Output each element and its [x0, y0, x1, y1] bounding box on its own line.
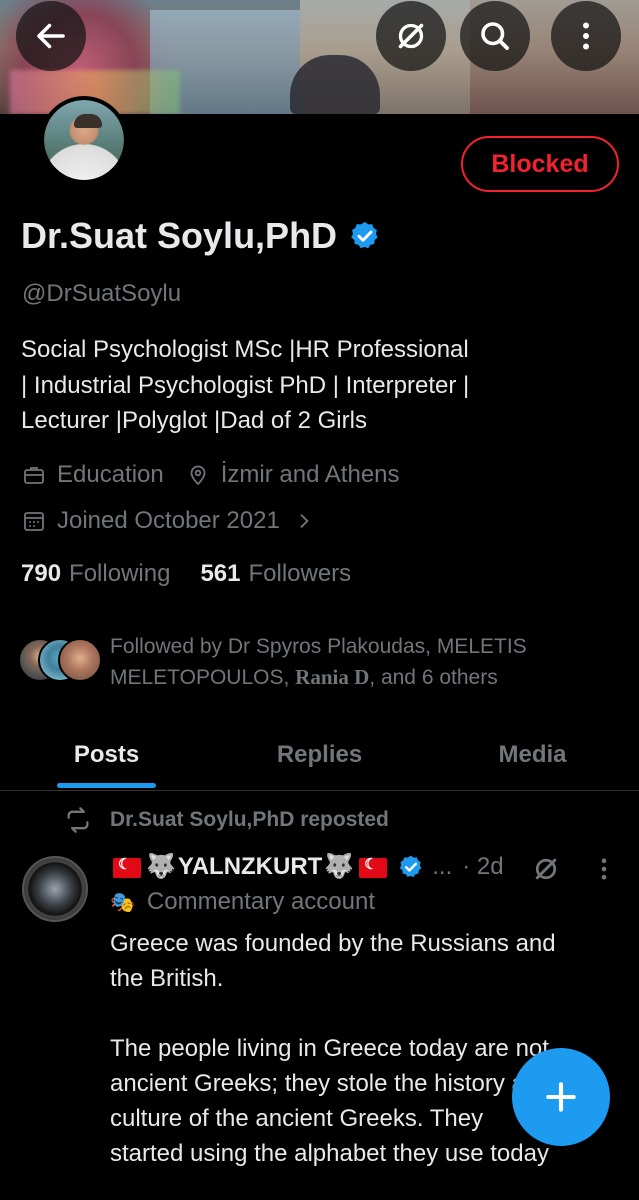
following-label[interactable]: Following: [69, 560, 170, 588]
more-button[interactable]: [551, 1, 621, 71]
followers-label[interactable]: Followers: [248, 560, 351, 588]
bio-line: | Industrial Psychologist PhD | Interpre…: [21, 371, 470, 399]
post-author-name[interactable]: 🐺YALNZKURT🐺: [110, 852, 390, 881]
grok-icon: [398, 23, 424, 49]
post-author-avatar[interactable]: [22, 856, 88, 922]
profile-bio: Social Psychologist MSc |HR Professional…: [21, 332, 621, 439]
repost-icon: [67, 807, 89, 833]
joined-row[interactable]: Joined October 2021: [22, 507, 314, 535]
more-vertical-icon: [583, 22, 589, 50]
blocked-button[interactable]: Blocked: [461, 136, 619, 192]
calendar-icon: [24, 512, 44, 531]
grok-button[interactable]: [376, 1, 446, 71]
post-more-icon[interactable]: [590, 855, 618, 883]
profile-location: İzmir and Athens: [220, 461, 400, 488]
profile-name: Dr.Suat Soylu,PhD: [21, 215, 338, 256]
post-text-line: the British.: [110, 965, 224, 992]
verified-badge-icon: [400, 855, 422, 877]
compose-button[interactable]: [512, 1048, 610, 1146]
styled-name: Rania D: [295, 665, 370, 689]
grok-icon[interactable]: [531, 854, 561, 884]
back-button[interactable]: [16, 1, 86, 71]
briefcase-icon: [24, 467, 44, 484]
profile-joined: Joined October 2021: [57, 507, 280, 534]
profile-handle: @DrSuatSoylu: [22, 280, 182, 307]
followed-by-avatars[interactable]: [18, 638, 102, 682]
search-button[interactable]: [460, 1, 530, 71]
plus-icon: [546, 1082, 576, 1112]
theater-mask-icon: 🎭: [110, 891, 135, 914]
post-time[interactable]: · 2d: [462, 853, 503, 881]
profile-category: Education: [57, 461, 164, 488]
location-pin-icon: [190, 465, 206, 486]
repost-indicator[interactable]: Dr.Suat Soylu,PhD reposted: [64, 806, 389, 834]
search-icon: [481, 22, 509, 50]
profile-name-row: Dr.Suat Soylu,PhD: [21, 215, 381, 257]
profile-tabs: Posts Replies Media: [0, 720, 639, 790]
profile-avatar[interactable]: [40, 96, 128, 184]
post-subtitle-row: 🎭 Commentary account: [110, 888, 375, 916]
post-subtitle: Commentary account: [146, 888, 375, 915]
post-header: 🐺YALNZKURT🐺 ... · 2d: [110, 852, 504, 881]
tab-posts[interactable]: Posts: [0, 720, 213, 790]
followers-count[interactable]: 561: [200, 560, 240, 588]
tab-media[interactable]: Media: [426, 720, 639, 790]
tabs-divider: [0, 790, 639, 791]
bio-line: Lecturer |Polyglot |Dad of 2 Girls: [21, 407, 367, 434]
name-truncation: ...: [432, 852, 453, 880]
bio-line: Social Psychologist MSc |HR Professional: [21, 336, 469, 363]
followed-by-line-2: MELETOPOULOS, Rania D, and 6 others: [110, 665, 498, 689]
post-text-line: Greece was founded by the Russians and: [110, 930, 556, 957]
profile-meta-row: Education İzmir and Athens: [22, 461, 400, 489]
chevron-right-icon: [300, 514, 309, 528]
tab-replies[interactable]: Replies: [213, 720, 426, 790]
followed-by-line-1: Followed by Dr Spyros Plakoudas, MELETIS: [110, 635, 527, 658]
following-count[interactable]: 790: [21, 560, 61, 588]
followed-by-text[interactable]: Followed by Dr Spyros Plakoudas, MELETIS…: [110, 631, 630, 693]
verified-badge-icon[interactable]: [349, 220, 381, 252]
repost-text: Dr.Suat Soylu,PhD reposted: [110, 808, 389, 831]
post-text-line: [110, 996, 625, 1031]
arrow-left-icon: [37, 23, 65, 49]
follow-stats: 790 Following 561 Followers: [21, 560, 381, 588]
